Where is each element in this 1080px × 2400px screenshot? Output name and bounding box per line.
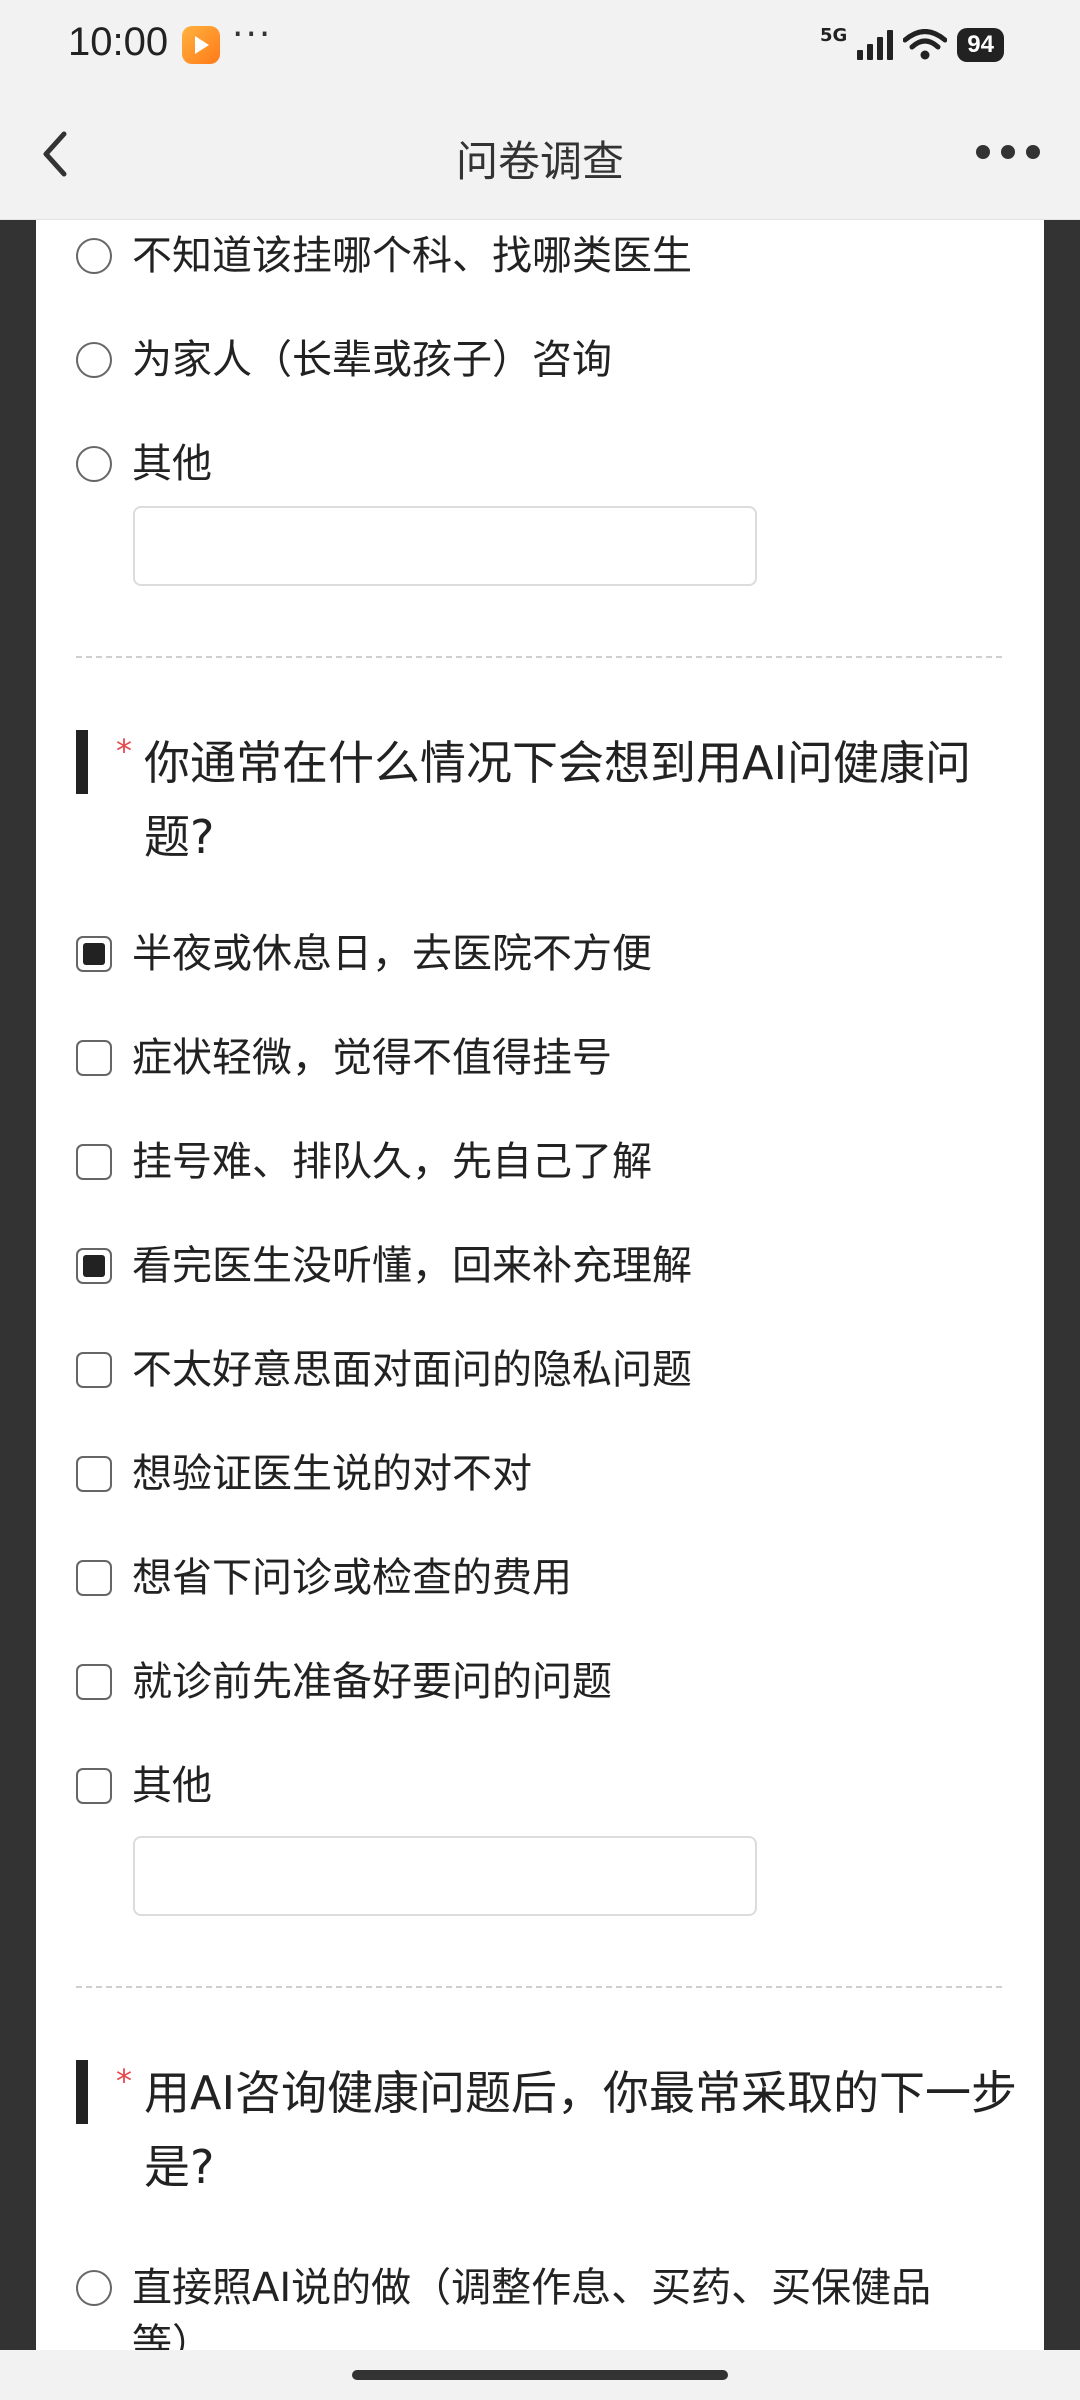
signal-icon bbox=[857, 30, 894, 60]
survey-content: 不知道该挂哪个科、找哪类医生 为家人（长辈或孩子）咨询 其他 * 你通常在什么情… bbox=[36, 220, 1044, 2350]
option-checkbox[interactable]: 半夜或休息日，去医院不方便 bbox=[76, 926, 652, 982]
required-mark: * bbox=[116, 732, 132, 770]
nav-bar: 问卷调查 bbox=[0, 88, 1080, 220]
video-app-notification-icon bbox=[182, 26, 220, 64]
checkbox[interactable] bbox=[76, 1040, 112, 1076]
section-divider bbox=[76, 1986, 1002, 1988]
option-label: 想验证医生说的对不对 bbox=[132, 1451, 532, 1497]
option-label: 其他 bbox=[132, 441, 212, 487]
network-type: 5G bbox=[819, 24, 848, 46]
status-time: 10:00 bbox=[68, 20, 169, 64]
question-text: 你通常在什么情况下会想到用AI问健康问题? bbox=[144, 736, 972, 864]
question-title: * 用AI咨询健康问题后，你最常采取的下一步是? bbox=[76, 2056, 1026, 2206]
section-divider bbox=[76, 656, 1002, 658]
option-checkbox[interactable]: 就诊前先准备好要问的问题 bbox=[76, 1654, 612, 1710]
option-label: 其他 bbox=[132, 1763, 212, 1809]
radio-button[interactable] bbox=[76, 446, 112, 482]
checkbox[interactable] bbox=[76, 1768, 112, 1804]
option-label: 半夜或休息日，去医院不方便 bbox=[132, 931, 652, 977]
status-bar: 10:00 ··· 5G 94 bbox=[0, 0, 1080, 88]
page-margin-right bbox=[1044, 220, 1080, 2350]
option-checkbox[interactable]: 想省下问诊或检查的费用 bbox=[76, 1550, 572, 1606]
required-mark: * bbox=[116, 2062, 132, 2100]
other-text-input[interactable] bbox=[133, 1836, 757, 1916]
option-checkbox[interactable]: 不太好意思面对面问的隐私问题 bbox=[76, 1342, 692, 1398]
option-checkbox[interactable]: 看完医生没听懂，回来补充理解 bbox=[76, 1238, 692, 1294]
question-title: * 你通常在什么情况下会想到用AI问健康问题? bbox=[76, 726, 1026, 876]
checkbox[interactable] bbox=[76, 1456, 112, 1492]
option-label: 为家人（长辈或孩子）咨询 bbox=[132, 337, 612, 383]
radio-button[interactable] bbox=[76, 342, 112, 378]
question-marker bbox=[76, 730, 88, 794]
option-radio[interactable]: 为家人（长辈或孩子）咨询 bbox=[76, 332, 612, 388]
checkbox[interactable] bbox=[76, 1248, 112, 1284]
option-label: 直接照AI说的做（调整作息、买药、买保健品等） bbox=[132, 2265, 932, 2350]
wifi-icon bbox=[903, 29, 948, 60]
option-radio-other[interactable]: 其他 bbox=[76, 436, 212, 492]
option-checkbox[interactable]: 症状轻微，觉得不值得挂号 bbox=[76, 1030, 612, 1086]
other-text-input[interactable] bbox=[133, 506, 757, 586]
option-label: 就诊前先准备好要问的问题 bbox=[132, 1659, 612, 1705]
checkbox[interactable] bbox=[76, 1560, 112, 1596]
option-checkbox[interactable]: 挂号难、排队久，先自己了解 bbox=[76, 1134, 652, 1190]
option-label: 挂号难、排队久，先自己了解 bbox=[132, 1139, 652, 1185]
home-indicator[interactable] bbox=[352, 2370, 728, 2380]
question-text: 用AI咨询健康问题后，你最常采取的下一步是? bbox=[144, 2066, 1018, 2194]
option-label: 看完医生没听懂，回来补充理解 bbox=[132, 1243, 692, 1289]
option-label: 症状轻微，觉得不值得挂号 bbox=[132, 1035, 612, 1081]
checkbox[interactable] bbox=[76, 1664, 112, 1700]
option-label: 不知道该挂哪个科、找哪类医生 bbox=[132, 233, 692, 279]
more-options-icon[interactable] bbox=[976, 142, 1040, 162]
option-label: 想省下问诊或检查的费用 bbox=[132, 1555, 572, 1601]
checkbox[interactable] bbox=[76, 1352, 112, 1388]
option-checkbox[interactable]: 想验证医生说的对不对 bbox=[76, 1446, 532, 1502]
page-title: 问卷调查 bbox=[455, 137, 624, 186]
checkbox[interactable] bbox=[76, 1144, 112, 1180]
page-margin-left bbox=[0, 220, 36, 2350]
option-checkbox-other[interactable]: 其他 bbox=[76, 1758, 212, 1814]
question-marker bbox=[76, 2060, 88, 2124]
status-indicators: 5G 94 bbox=[820, 22, 1004, 68]
more-notifications-icon: ··· bbox=[232, 14, 273, 55]
radio-button[interactable] bbox=[76, 238, 112, 274]
option-radio[interactable]: 不知道该挂哪个科、找哪类医生 bbox=[76, 228, 692, 284]
option-label: 不太好意思面对面问的隐私问题 bbox=[132, 1347, 692, 1393]
checkbox[interactable] bbox=[76, 936, 112, 972]
battery-indicator: 94 bbox=[957, 28, 1004, 62]
option-radio[interactable]: 直接照AI说的做（调整作息、买药、买保健品等） bbox=[76, 2260, 982, 2350]
radio-button[interactable] bbox=[76, 2270, 112, 2306]
